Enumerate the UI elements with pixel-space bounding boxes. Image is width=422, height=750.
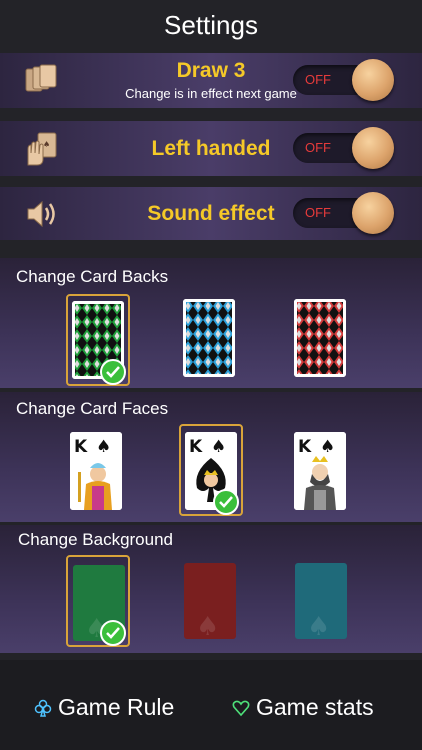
svg-text:♠: ♠ <box>211 437 226 457</box>
game-rule-button[interactable]: Game Rule <box>34 694 174 721</box>
card-back-option-red[interactable] <box>290 294 354 386</box>
section-card-faces: Change Card Faces K ♠ K ♠ K ♠ <box>0 392 422 522</box>
toggle-state: OFF <box>305 205 331 220</box>
toggle-state: OFF <box>305 72 331 87</box>
card-back-red <box>294 299 346 377</box>
toggle-state: OFF <box>305 140 331 155</box>
selected-check-icon <box>213 489 239 515</box>
card-face-option-classic[interactable]: K ♠ <box>66 428 130 520</box>
section-title: Change Card Faces <box>16 399 169 418</box>
toggle-knob[interactable] <box>352 192 394 234</box>
setting-row-draw3[interactable]: Draw 3 Change is in effect next game OFF <box>0 53 422 108</box>
game-rule-label: Game Rule <box>58 694 175 720</box>
card-face-king-classic: K ♠ <box>70 432 122 510</box>
page-title: Settings <box>164 9 258 40</box>
section-title: Change Card Backs <box>16 267 169 286</box>
selected-check-icon <box>100 359 126 385</box>
setting-row-left-handed[interactable]: ♠ Left handed OFF <box>0 121 422 176</box>
background-option-red[interactable]: ♠ <box>179 555 243 647</box>
card-face-option-traditional[interactable]: K ♠ <box>290 428 354 520</box>
footer-bar: Game Rule Game stats <box>0 660 422 750</box>
background-option-green[interactable]: ♠ <box>66 555 130 647</box>
heart-icon <box>232 700 250 716</box>
background-option-teal[interactable]: ♠ <box>290 555 354 647</box>
card-rank: K <box>298 437 312 457</box>
setting-row-sound[interactable]: Sound effect OFF <box>0 187 422 240</box>
svg-text:♠: ♠ <box>320 437 335 457</box>
svg-text:♠: ♠ <box>96 437 111 457</box>
background-swatch-red: ♠ <box>184 563 236 639</box>
background-swatch-teal: ♠ <box>295 563 347 639</box>
svg-text:♠: ♠ <box>196 612 219 639</box>
card-face-option-modern[interactable]: K ♠ <box>179 424 243 516</box>
club-icon <box>34 699 52 717</box>
section-title: Change Background <box>18 530 174 549</box>
game-stats-button[interactable]: Game stats <box>232 694 374 721</box>
svg-text:♠: ♠ <box>307 612 330 639</box>
toggle-knob[interactable] <box>352 59 394 101</box>
section-card-backs: Change Card Backs <box>0 258 422 388</box>
card-rank: K <box>189 437 203 457</box>
card-back-option-blue[interactable] <box>179 294 243 386</box>
card-face-king-traditional: K ♠ <box>294 432 346 510</box>
selected-check-icon <box>100 620 126 646</box>
game-stats-label: Game stats <box>256 694 374 720</box>
card-back-option-green[interactable] <box>66 294 130 386</box>
card-back-blue <box>183 299 235 377</box>
card-rank: K <box>74 437 88 457</box>
toggle-knob[interactable] <box>352 127 394 169</box>
section-background: Change Background ♠ ♠ ♠ <box>0 525 422 653</box>
